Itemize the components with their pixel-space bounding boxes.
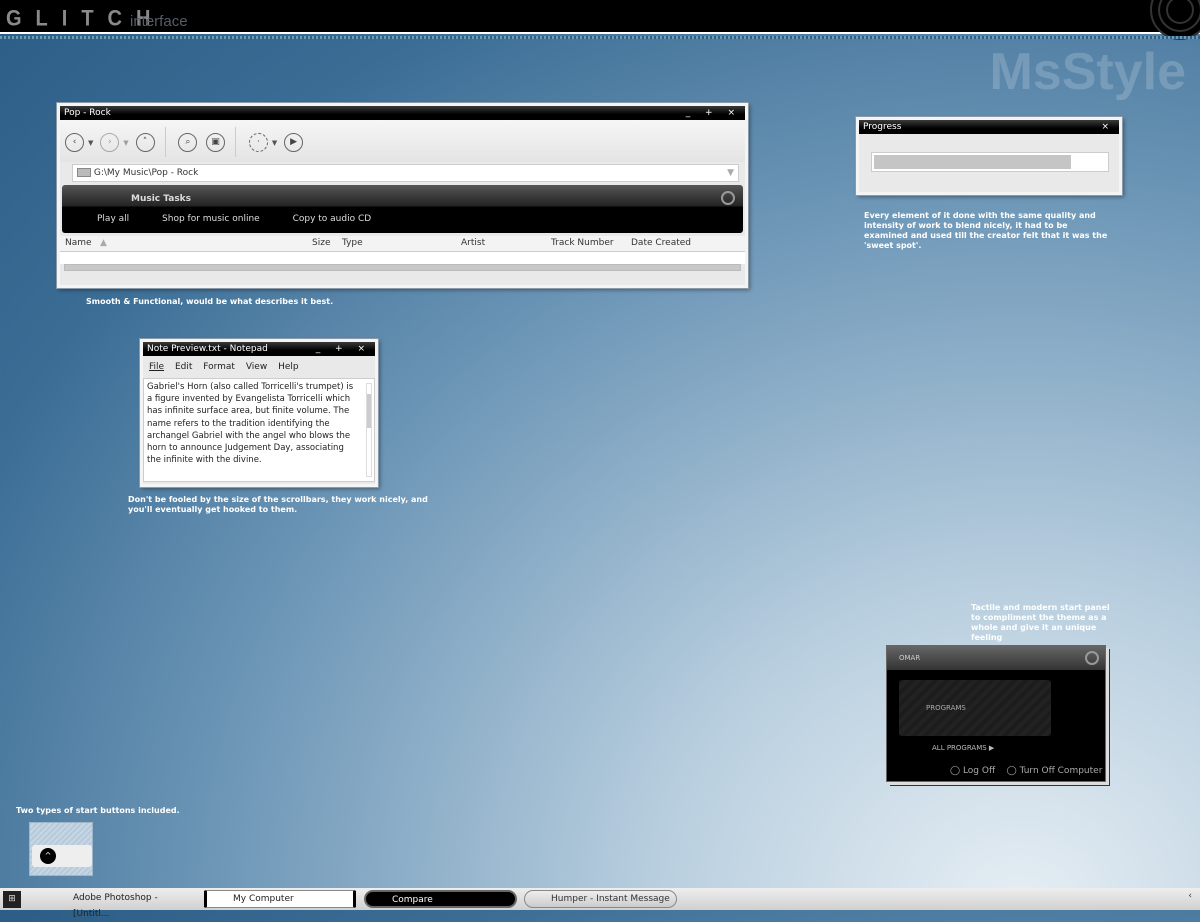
menu-bar: File Edit Format View Help bbox=[143, 356, 375, 378]
log-off-button[interactable]: ◯ Log Off bbox=[950, 766, 995, 776]
notepad-window: Note Preview.txt - Notepad _ + × File Edi… bbox=[140, 339, 378, 487]
sort-icon: ▲ bbox=[100, 238, 107, 248]
col-name[interactable]: Name bbox=[65, 238, 92, 248]
menu-file[interactable]: File bbox=[149, 362, 164, 372]
music-tasks-panel: Music Tasks Play all Shop for music onli… bbox=[62, 185, 743, 233]
taskbar-label: Compare bbox=[392, 895, 433, 905]
logo-subtitle: interface bbox=[130, 13, 188, 30]
text-area[interactable]: Gabriel's Horn (also called Torricelli's… bbox=[143, 378, 375, 482]
all-programs-button[interactable]: ALL PROGRAMS ▶ bbox=[932, 744, 994, 752]
task-play-all[interactable]: Play all bbox=[97, 214, 129, 224]
media-icon[interactable]: ▶ bbox=[284, 132, 304, 152]
views-icon[interactable]: · bbox=[248, 132, 268, 152]
log-off-label: Log Off bbox=[962, 766, 996, 776]
task-shop-online[interactable]: Shop for music online bbox=[162, 214, 260, 224]
start-buttons-caption: Two types of start buttons included. bbox=[16, 806, 180, 815]
notepad-titlebar[interactable]: Note Preview.txt - Notepad _ + × bbox=[143, 342, 375, 356]
drive-icon bbox=[77, 168, 91, 177]
close-button[interactable]: × bbox=[1101, 120, 1115, 134]
programs-area[interactable]: PROGRAMS bbox=[899, 680, 1051, 736]
start-button-sample[interactable]: ^ bbox=[32, 845, 92, 867]
col-type[interactable]: Type bbox=[342, 238, 363, 248]
progress-caption: Every element of it done with the same q… bbox=[864, 211, 1108, 250]
back-icon[interactable]: ‹ bbox=[65, 132, 84, 152]
start-logo-icon: ^ bbox=[40, 848, 56, 864]
taskbar-label: Adobe Photoshop - [Untitl... bbox=[73, 893, 158, 919]
progress-titlebar[interactable]: Progress × bbox=[859, 120, 1119, 134]
start-panel-caption: Tactile and modern start panel to compli… bbox=[971, 603, 1110, 642]
power-icon: ◯ bbox=[1006, 766, 1020, 776]
search-icon[interactable]: ⌕ bbox=[178, 132, 198, 152]
programs-label: PROGRAMS bbox=[926, 704, 966, 712]
document-text: Gabriel's Horn (also called Torricelli's… bbox=[147, 382, 354, 466]
explorer-caption: Smooth & Functional, would be what descr… bbox=[86, 297, 334, 306]
tasks-title: Music Tasks bbox=[131, 194, 192, 204]
start-panel: OMAR PROGRAMS ALL PROGRAMS ▶ ◯ Log Off ◯… bbox=[886, 645, 1106, 782]
window-controls[interactable]: _ + × bbox=[686, 106, 741, 120]
toolbar: ‹ ▼ › ▼ ˄ ⌕ ▣ · ▼ ▶ bbox=[60, 120, 745, 162]
power-ring-icon[interactable] bbox=[1085, 651, 1099, 665]
menu-edit[interactable]: Edit bbox=[175, 362, 192, 372]
explorer-titlebar[interactable]: Pop - Rock _ + × bbox=[60, 106, 745, 120]
top-banner: GLITCH interface bbox=[0, 0, 1200, 40]
file-list bbox=[60, 252, 745, 264]
rings-icon bbox=[1150, 0, 1200, 40]
tray-arrow-icon[interactable]: ‹ bbox=[1188, 891, 1192, 901]
taskbar-item-compare[interactable]: Compare bbox=[364, 890, 517, 908]
collapse-icon[interactable] bbox=[721, 191, 735, 205]
window-controls[interactable]: _ + × bbox=[316, 342, 371, 356]
dropdown-icon[interactable]: ▼ bbox=[272, 139, 277, 147]
address-text: G:\My Music\Pop - Rock bbox=[93, 168, 199, 178]
start-button-preview: ^ bbox=[29, 822, 93, 876]
turn-off-button[interactable]: ◯ Turn Off Computer bbox=[1007, 766, 1103, 776]
window-title: Progress bbox=[863, 122, 902, 132]
horizontal-scrollbar[interactable] bbox=[64, 264, 741, 271]
col-track[interactable]: Track Number bbox=[551, 238, 614, 248]
dropdown-icon[interactable]: ▼ bbox=[123, 139, 128, 147]
chevron-down-icon[interactable]: ▼ bbox=[727, 165, 734, 181]
taskbar-label: My Computer bbox=[233, 894, 294, 904]
window-title: Note Preview.txt - Notepad bbox=[147, 344, 268, 354]
column-headers: Name ▲ Size Type Artist Track Number Date… bbox=[60, 236, 745, 252]
task-copy-cd[interactable]: Copy to audio CD bbox=[293, 214, 372, 224]
up-icon[interactable]: ˄ bbox=[135, 132, 155, 152]
watermark: MsStyle bbox=[989, 43, 1186, 101]
start-button[interactable]: ⊞ bbox=[3, 891, 21, 908]
start-panel-header: OMAR bbox=[887, 646, 1105, 670]
progress-window: Progress × bbox=[856, 117, 1122, 195]
taskbar-item-photoshop[interactable]: Adobe Photoshop - [Untitl... bbox=[47, 890, 197, 919]
menu-view[interactable]: View bbox=[246, 362, 267, 372]
separator bbox=[235, 127, 236, 157]
turn-off-label: Turn Off Computer bbox=[1019, 766, 1103, 776]
dotted-divider bbox=[0, 36, 1200, 39]
forward-icon[interactable]: › bbox=[100, 132, 120, 152]
separator bbox=[164, 127, 166, 157]
vertical-scrollbar[interactable] bbox=[366, 383, 372, 477]
taskbar-label: Humper - Instant Message bbox=[551, 894, 670, 904]
progress-bar bbox=[871, 152, 1109, 172]
dropdown-icon[interactable]: ▼ bbox=[88, 139, 93, 147]
all-programs-label: ALL PROGRAMS bbox=[932, 744, 987, 752]
log-off-icon: ◯ bbox=[950, 766, 963, 776]
window-title: Pop - Rock bbox=[64, 108, 111, 118]
progress-fill bbox=[874, 155, 1072, 169]
menu-format[interactable]: Format bbox=[203, 362, 235, 372]
explorer-window: Pop - Rock _ + × ‹ ▼ › ▼ ˄ ⌕ ▣ · ▼ ▶ G:\My M… bbox=[57, 103, 748, 288]
user-name: OMAR bbox=[899, 654, 921, 662]
notepad-caption: Don't be fooled by the size of the scrol… bbox=[128, 495, 428, 514]
col-date[interactable]: Date Created bbox=[631, 238, 691, 248]
col-artist[interactable]: Artist bbox=[461, 238, 485, 248]
col-size[interactable]: Size bbox=[312, 238, 330, 248]
folders-icon[interactable]: ▣ bbox=[206, 132, 225, 152]
menu-help[interactable]: Help bbox=[278, 362, 299, 372]
arrow-right-icon: ▶ bbox=[988, 744, 995, 752]
taskbar-item-my-computer[interactable]: My Computer bbox=[204, 890, 356, 908]
taskbar-item-instant-message[interactable]: Humper - Instant Message bbox=[524, 890, 677, 908]
address-bar[interactable]: G:\My Music\Pop - Rock ▼ bbox=[72, 164, 739, 182]
